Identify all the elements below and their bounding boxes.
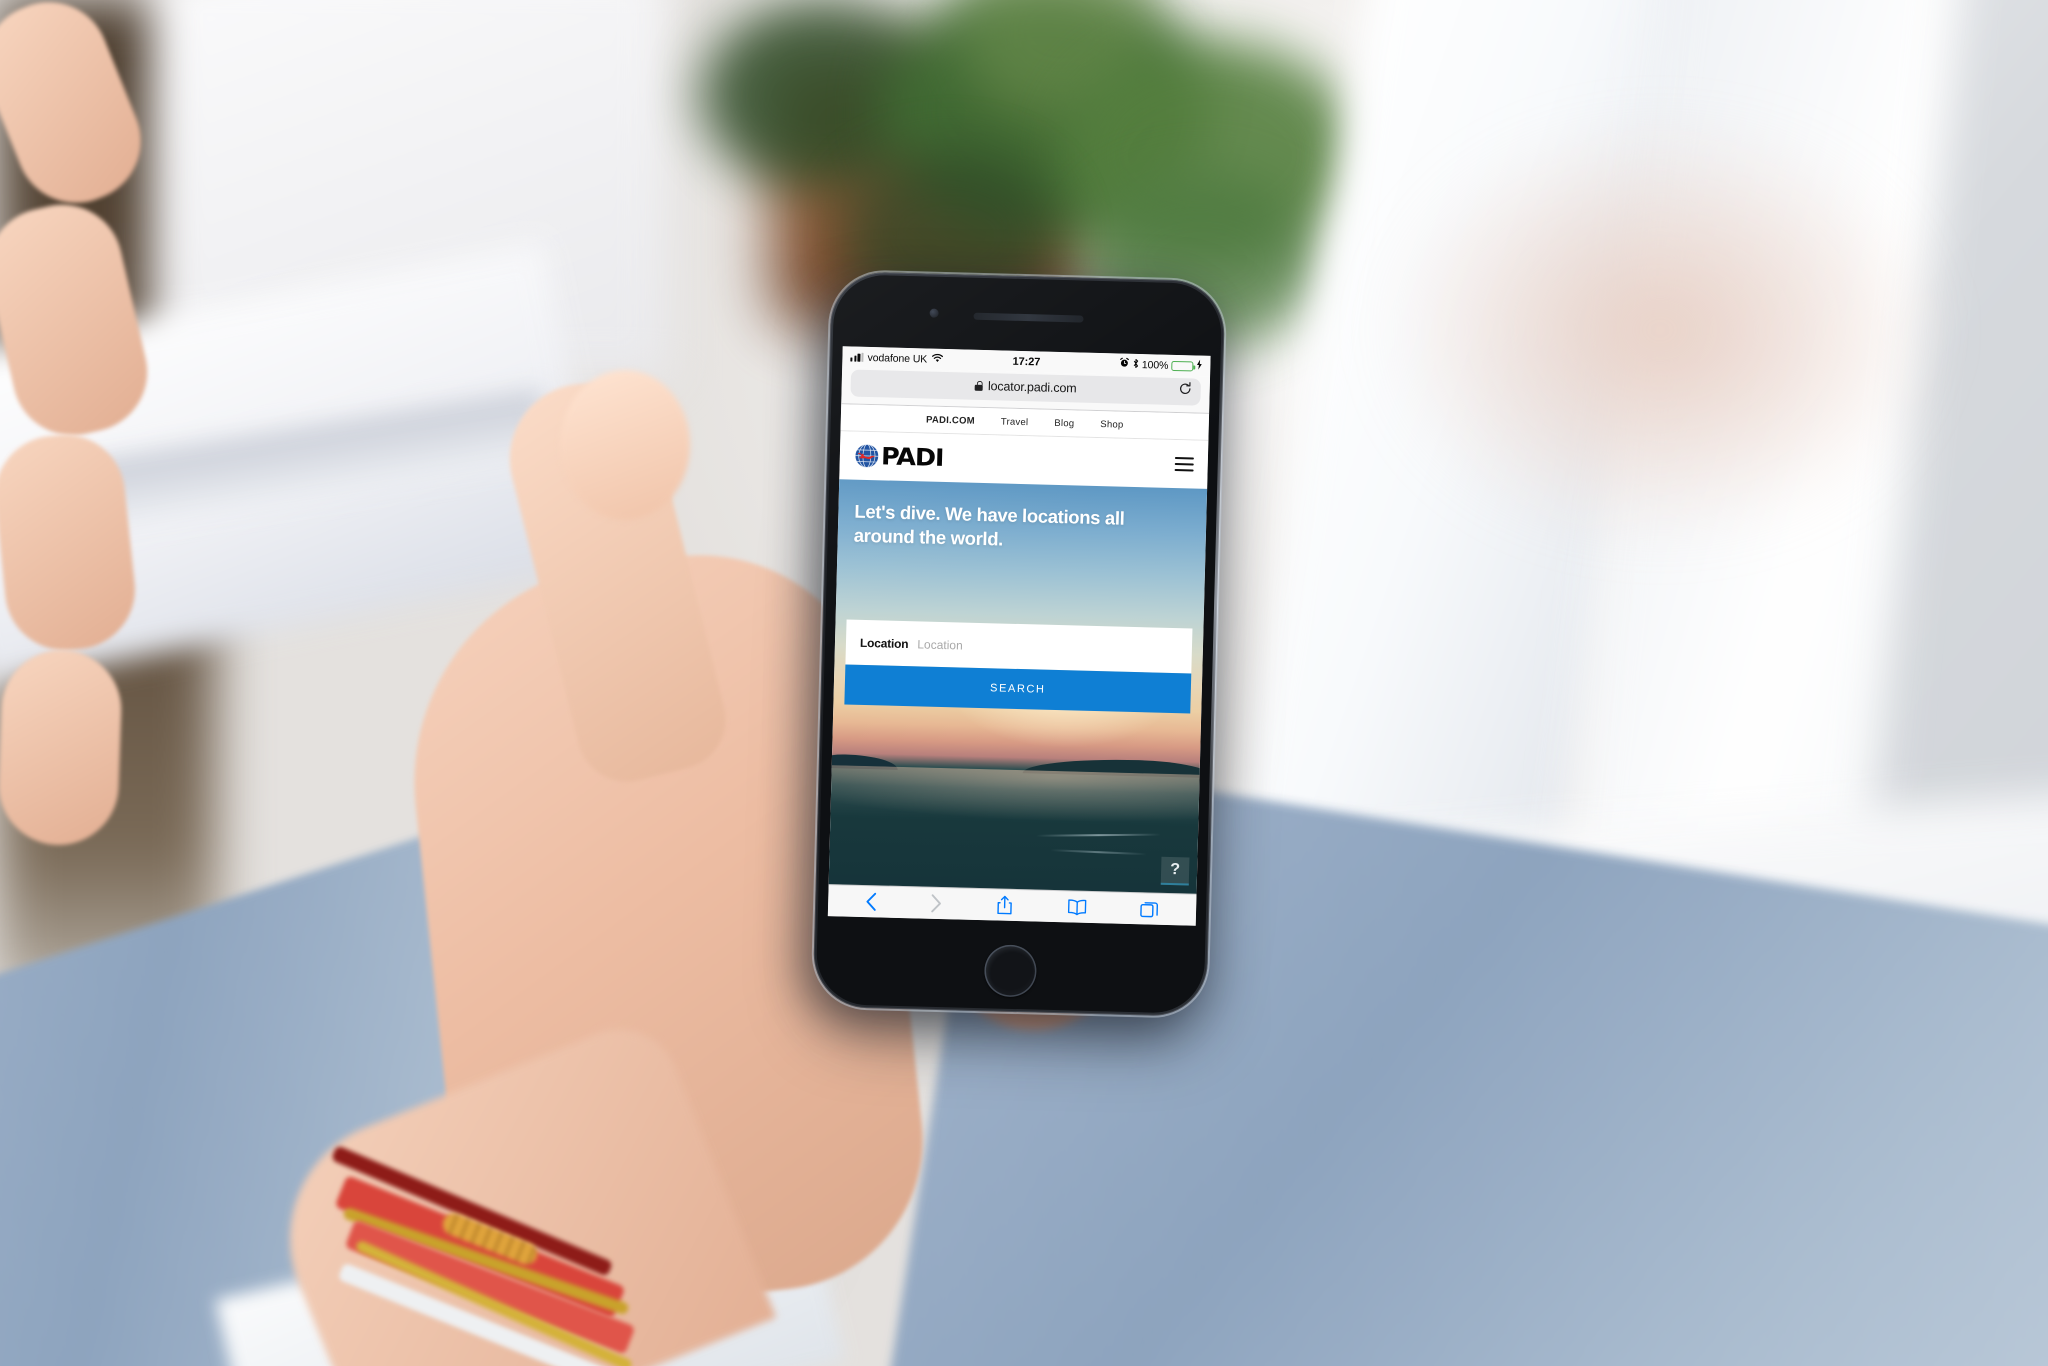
battery-full-icon: [1171, 360, 1196, 371]
home-button[interactable]: [983, 944, 1038, 998]
wifi-icon: [931, 353, 943, 365]
hero-section: Let's dive. We have locations all around…: [828, 479, 1208, 894]
nav-item-padi-com[interactable]: PADI.COM: [926, 414, 975, 426]
padi-globe-icon: [854, 443, 881, 470]
earpiece-speaker-icon: [973, 312, 1084, 323]
search-button[interactable]: SEARCH: [844, 664, 1192, 714]
address-bar[interactable]: locator.padi.com: [850, 369, 1202, 406]
bookmarks-button[interactable]: [1066, 898, 1086, 916]
nav-item-shop[interactable]: Shop: [1100, 419, 1123, 431]
lightning-bolt-icon: [1196, 359, 1202, 373]
tabs-button[interactable]: [1140, 899, 1159, 918]
carrier-label: vodafone UK: [867, 351, 928, 365]
phone-display: vodafone UK 17:27 100% locator.padi.com …: [827, 346, 1211, 926]
location-search-form: Location SEARCH: [844, 619, 1193, 714]
phone-top-bezel: [833, 274, 1223, 356]
padi-logo[interactable]: PADI: [854, 442, 944, 472]
lock-icon: [975, 381, 983, 391]
url-text: locator.padi.com: [987, 379, 1077, 396]
nav-item-blog[interactable]: Blog: [1054, 417, 1074, 429]
cellular-signal-icon: [850, 352, 864, 362]
thumb-tip: [560, 370, 690, 520]
back-button[interactable]: [865, 892, 877, 911]
alarm-clock-icon: [1119, 357, 1129, 371]
nav-item-travel[interactable]: Travel: [1001, 416, 1029, 428]
padi-wordmark: PADI: [880, 442, 944, 472]
status-bar-clock: 17:27: [1012, 355, 1041, 368]
water-reflection: [828, 764, 1200, 894]
bluetooth-icon: [1132, 357, 1139, 371]
phone-screen-glass: vodafone UK 17:27 100% locator.padi.com …: [815, 274, 1223, 1014]
reload-icon[interactable]: [1178, 382, 1191, 401]
phone-bottom-bezel: [816, 916, 1206, 1014]
hamburger-menu-icon[interactable]: [1174, 456, 1194, 472]
front-camera-icon: [929, 308, 939, 318]
forward-button[interactable]: [930, 894, 942, 913]
share-button[interactable]: [996, 894, 1014, 915]
help-question-icon[interactable]: ?: [1160, 856, 1190, 886]
hero-headline: Let's dive. We have locations all around…: [853, 500, 1125, 550]
location-label: Location: [859, 635, 909, 651]
location-input[interactable]: [917, 636, 1179, 658]
battery-percent-label: 100%: [1141, 358, 1169, 372]
iphone-device: vodafone UK 17:27 100% locator.padi.com …: [812, 270, 1226, 1018]
little-finger: [0, 647, 124, 848]
warm-light-glow: [1380, 120, 1940, 540]
